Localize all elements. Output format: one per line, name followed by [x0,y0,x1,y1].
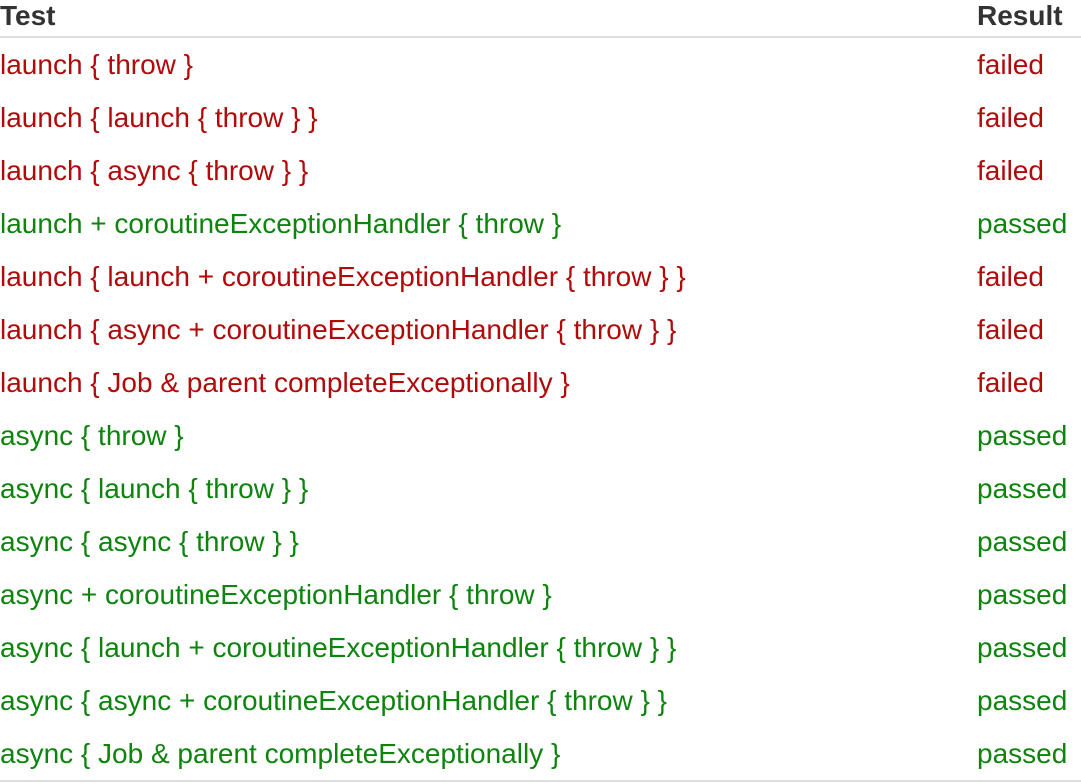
test-name-cell: launch { async { throw } } [0,155,309,186]
test-name-cell: async { launch + coroutineExceptionHandl… [0,632,677,663]
table-row: async + coroutineExceptionHandler { thro… [0,568,1081,621]
table-row: launch { async { throw } } failed [0,144,1081,197]
result-cell: passed [977,579,1068,610]
table-row: async { throw } passed [0,409,1081,462]
test-name-cell: async { async { throw } } [0,526,299,557]
table-row: async { launch + coroutineExceptionHandl… [0,621,1081,674]
table-row: async { launch { throw } } passed [0,462,1081,515]
test-name-cell: launch { async + coroutineExceptionHandl… [0,314,677,345]
test-name-cell: launch + coroutineExceptionHandler { thr… [0,208,562,239]
table-row: launch { launch { throw } } failed [0,91,1081,144]
table-body: launch { throw } failed launch { launch … [0,37,1081,782]
result-cell: passed [977,727,1081,782]
column-header-test: Test [0,0,977,38]
test-name-cell: launch { Job & parent completeExceptiona… [0,367,570,398]
test-name-cell: async { async + coroutineExceptionHandle… [0,685,667,716]
test-name-cell: launch { throw } [0,49,194,80]
table-row: launch { throw } failed [0,37,1081,91]
result-cell: failed [977,314,1044,345]
table-row: launch { async + coroutineExceptionHandl… [0,303,1081,356]
result-cell: failed [977,261,1044,292]
table-row: launch { Job & parent completeExceptiona… [0,356,1081,409]
table-row: launch { launch + coroutineExceptionHand… [0,250,1081,303]
result-cell: failed [977,367,1044,398]
table-row: async { async + coroutineExceptionHandle… [0,674,1081,727]
table-header: Test Result [0,0,1081,38]
test-name-cell: launch { launch + coroutineExceptionHand… [0,261,686,292]
result-cell: passed [977,526,1068,557]
table-row: launch + coroutineExceptionHandler { thr… [0,197,1081,250]
column-header-result: Result [977,0,1081,38]
result-cell: passed [977,420,1068,451]
result-cell: failed [977,49,1044,80]
test-name-cell: async { Job & parent completeExceptional… [0,727,977,782]
test-name-cell: async + coroutineExceptionHandler { thro… [0,579,552,610]
test-name-cell: async { throw } [0,420,184,451]
result-cell: passed [977,632,1068,663]
test-results-table: Test Result launch { throw } failed laun… [0,0,1081,782]
table-row: async { async { throw } } passed [0,515,1081,568]
result-cell: failed [977,102,1044,133]
result-cell: passed [977,473,1068,504]
table-row: async { Job & parent completeExceptional… [0,727,1081,782]
result-cell: failed [977,155,1044,186]
result-cell: passed [977,208,1068,239]
test-name-cell: launch { launch { throw } } [0,102,318,133]
header-row: Test Result [0,0,1081,38]
result-cell: passed [977,685,1068,716]
test-name-cell: async { launch { throw } } [0,473,309,504]
